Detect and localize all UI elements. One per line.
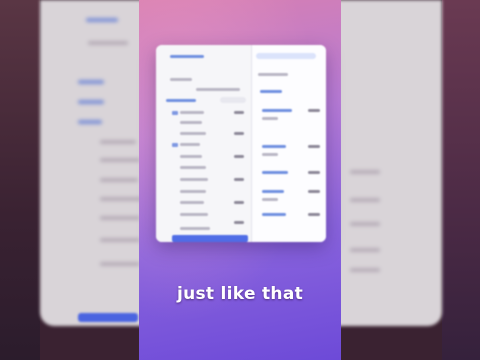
section-label bbox=[196, 88, 240, 91]
background-row bbox=[100, 216, 140, 220]
item-count bbox=[234, 111, 244, 114]
detail-link[interactable] bbox=[262, 190, 284, 193]
item-count bbox=[234, 221, 244, 224]
item-count bbox=[234, 178, 244, 181]
app-window bbox=[156, 45, 326, 242]
list-header[interactable] bbox=[166, 99, 196, 102]
item-count bbox=[234, 132, 244, 135]
background-row bbox=[88, 41, 128, 45]
list-item[interactable] bbox=[180, 132, 206, 135]
detail-link[interactable] bbox=[262, 171, 288, 174]
item-count bbox=[234, 201, 244, 204]
detail-title bbox=[260, 90, 282, 93]
background-row bbox=[350, 222, 380, 226]
background-row bbox=[78, 80, 104, 84]
background-row bbox=[350, 198, 380, 202]
background-row bbox=[350, 248, 380, 252]
background-right-edge bbox=[442, 0, 480, 360]
detail-link[interactable] bbox=[262, 109, 292, 112]
background-row bbox=[350, 170, 380, 174]
list-item[interactable] bbox=[180, 111, 204, 114]
column-header bbox=[258, 73, 288, 76]
list-item[interactable] bbox=[180, 190, 206, 193]
detail-text bbox=[262, 198, 278, 201]
detail-text bbox=[262, 117, 278, 120]
list-item[interactable] bbox=[180, 121, 202, 124]
right-pane bbox=[252, 45, 326, 242]
folder-icon bbox=[172, 111, 178, 115]
background-row bbox=[100, 197, 142, 201]
detail-value bbox=[308, 171, 320, 174]
background-row bbox=[100, 262, 140, 266]
background-row bbox=[350, 268, 380, 272]
section-label bbox=[170, 78, 192, 81]
search-field[interactable] bbox=[256, 53, 316, 59]
filter-pill[interactable] bbox=[220, 97, 246, 103]
video-caption: just like that bbox=[176, 284, 304, 304]
list-item[interactable] bbox=[180, 143, 200, 146]
background-row bbox=[100, 140, 136, 144]
folder-icon bbox=[172, 143, 178, 147]
detail-text bbox=[262, 153, 278, 156]
primary-action-button[interactable] bbox=[172, 235, 248, 242]
background-row bbox=[86, 18, 118, 22]
background-left-edge bbox=[0, 0, 40, 360]
detail-value bbox=[308, 109, 320, 112]
background-row bbox=[100, 238, 140, 242]
detail-link[interactable] bbox=[262, 213, 286, 216]
detail-link[interactable] bbox=[262, 145, 286, 148]
pane-title bbox=[170, 55, 204, 58]
list-item[interactable] bbox=[180, 213, 208, 216]
background-row bbox=[100, 158, 140, 162]
item-count bbox=[234, 155, 244, 158]
list-item[interactable] bbox=[180, 166, 206, 169]
list-item[interactable] bbox=[180, 155, 202, 158]
detail-value bbox=[308, 145, 320, 148]
list-item[interactable] bbox=[180, 227, 210, 230]
list-item[interactable] bbox=[180, 178, 208, 181]
left-pane bbox=[156, 45, 252, 242]
background-row bbox=[78, 100, 104, 104]
list-item[interactable] bbox=[180, 201, 204, 204]
background-primary-button bbox=[78, 313, 138, 322]
detail-value bbox=[308, 213, 320, 216]
background-row bbox=[78, 120, 102, 124]
detail-value bbox=[308, 190, 320, 193]
background-row bbox=[100, 178, 138, 182]
